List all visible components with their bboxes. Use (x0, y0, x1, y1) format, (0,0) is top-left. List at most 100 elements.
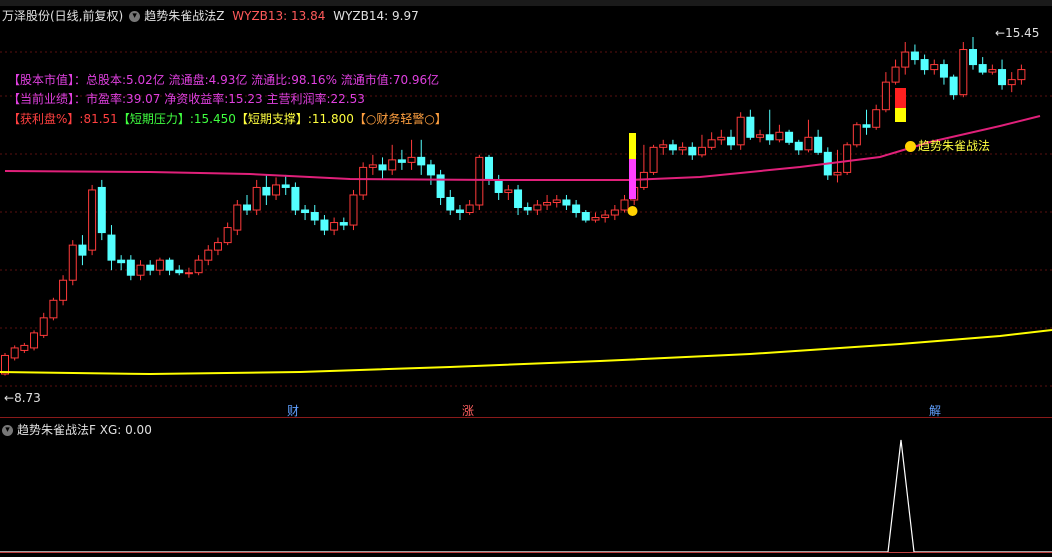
candle (320, 215, 329, 236)
candle (136, 260, 145, 281)
candle (775, 124, 784, 143)
red-signal-block (895, 88, 906, 108)
candle (543, 194, 552, 211)
candle (707, 132, 716, 150)
candle (727, 129, 735, 150)
candle (126, 255, 135, 281)
low-price-value: 8.73 (14, 391, 41, 405)
indicator-name[interactable]: 趋势朱雀战法Z (144, 9, 224, 23)
candle (184, 267, 193, 278)
candle (30, 330, 39, 351)
candle (562, 194, 571, 211)
candle (959, 42, 968, 98)
finance-warning: 【○财务轻警○】 (353, 112, 447, 126)
candle (175, 265, 184, 276)
candle (107, 225, 116, 271)
candle (78, 235, 87, 266)
candle (688, 142, 697, 160)
candle (978, 57, 987, 75)
candle (291, 182, 300, 216)
performance-row: 【当前业绩】：市盈率:39.07 净资收益率:15.23 主营利润率:22.53 (8, 91, 365, 107)
candle (639, 144, 648, 190)
signals (627, 88, 906, 216)
candle (852, 122, 861, 148)
candle (504, 184, 513, 200)
short-pressure: 【短期压力】:15.450 (117, 112, 236, 126)
candle (533, 199, 542, 216)
candle (475, 154, 484, 211)
candle (552, 194, 561, 208)
candle (872, 104, 881, 130)
candle (756, 129, 765, 143)
candle (717, 129, 726, 145)
candle (388, 144, 397, 175)
indicator-menu-icon[interactable]: ▾ (129, 11, 141, 22)
candle (746, 109, 755, 140)
candle (407, 139, 416, 170)
candle (204, 245, 213, 266)
candle (243, 194, 251, 216)
xg-signal-line (0, 439, 1052, 553)
candle (39, 312, 48, 338)
candle (117, 255, 126, 271)
high-price-label: ←15.45 (995, 26, 1040, 40)
stock-name: 万泽股份(日线,前复权) (2, 9, 124, 23)
signal-bar-yellow (629, 133, 636, 159)
candle (649, 144, 658, 175)
candle (969, 37, 977, 70)
candle (368, 154, 377, 175)
candle (426, 159, 435, 185)
candle (920, 54, 929, 75)
candle (591, 212, 600, 223)
share-capital-row: 【股本市值】：总股本:5.02亿 流通盘:4.93亿 流通比:98.16% 流通… (8, 72, 439, 88)
candle (785, 129, 794, 145)
candle (301, 204, 310, 221)
performance-label: 【当前业绩】： (8, 92, 87, 106)
candle (49, 297, 58, 321)
candle (165, 257, 174, 276)
profit-row: 【获利盘%】:81.51【短期压力】:15.450【短期支撑】:11.800【○… (8, 111, 447, 127)
candle (330, 217, 339, 236)
candle (620, 194, 629, 213)
mark-zhang[interactable]: 涨 (462, 404, 474, 418)
signal-label: 趋势朱雀战法 (905, 137, 990, 154)
candle (659, 139, 668, 155)
candle (901, 42, 910, 75)
mark-jie[interactable]: 解 (929, 404, 941, 418)
yellow-signal-block (895, 108, 906, 122)
candle (833, 149, 842, 183)
candle (417, 139, 426, 175)
candle (465, 199, 474, 216)
candle (814, 129, 823, 155)
candle (1017, 64, 1026, 85)
bottom-axis (0, 552, 1052, 553)
candle (68, 240, 77, 286)
candle (794, 139, 803, 155)
candle (252, 179, 261, 216)
candle (359, 162, 368, 200)
signal-bar-magenta (629, 159, 636, 199)
candle (397, 149, 406, 170)
ma-long-line (0, 329, 1052, 376)
candle (310, 204, 319, 226)
candle (378, 157, 387, 180)
candle (910, 44, 919, 65)
candle (998, 59, 1007, 90)
candle (523, 202, 532, 216)
candle (494, 174, 503, 200)
signal-text: 趋势朱雀战法 (918, 139, 991, 153)
mark-cai[interactable]: 财 (287, 404, 299, 418)
candle (262, 174, 271, 205)
candle (349, 189, 358, 231)
wyzb13-value: WYZB13: 13.84 (232, 9, 326, 23)
candle (281, 174, 290, 195)
candle (572, 199, 581, 218)
candle (939, 59, 948, 85)
high-price-value: 15.45 (1005, 26, 1040, 40)
candle (155, 257, 164, 276)
sub-indicator-chart[interactable] (0, 418, 1052, 557)
candle (146, 260, 155, 276)
performance-text: 市盈率:39.07 净资收益率:15.23 主营利润率:22.53 (86, 92, 365, 106)
share-capital-text: 总股本:5.02亿 流通盘:4.93亿 流通比:98.16% 流通市值:70.9… (86, 73, 440, 87)
profit-ratio: 【获利盘%】:81.51 (8, 112, 118, 126)
